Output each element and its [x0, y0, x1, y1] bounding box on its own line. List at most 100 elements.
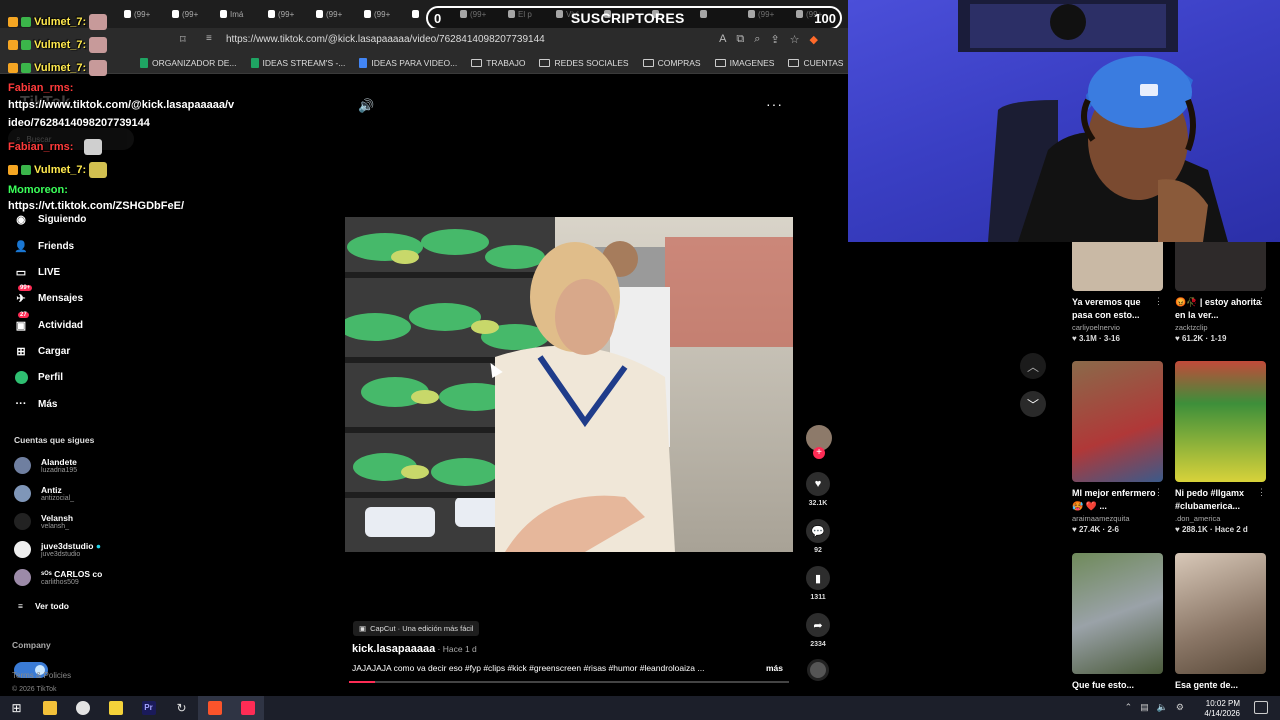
notification-icon[interactable]	[1254, 701, 1268, 714]
see-all-button[interactable]: ≡ Ver todo	[18, 601, 69, 611]
taskbar-app[interactable]	[99, 696, 132, 720]
nav-item-more[interactable]: ··· Más	[14, 397, 58, 411]
followed-account[interactable]: Alandete luzadria195	[14, 457, 77, 474]
emote-icon	[89, 37, 108, 53]
translate-icon[interactable]: A	[719, 33, 726, 46]
followed-account[interactable]: juve3dstudio ● juve3dstudio	[14, 541, 101, 558]
share-button[interactable]: ➦ 2334	[805, 613, 831, 648]
comment-button[interactable]: 💬 92	[805, 519, 831, 554]
taskbar-app[interactable]	[66, 696, 99, 720]
card-menu-icon[interactable]: ⋮	[1154, 296, 1163, 307]
video-player[interactable]	[345, 217, 793, 552]
bookmark-folder[interactable]: COMPRAS	[642, 58, 701, 68]
heart-icon: ♥	[1072, 525, 1077, 534]
next-video-button[interactable]: ﹀	[1020, 391, 1046, 417]
taskbar-app[interactable]	[231, 696, 264, 720]
open-external-icon[interactable]: ⧉	[736, 33, 744, 46]
bookmark-icon: ▮	[806, 566, 830, 590]
more-caption-button[interactable]: más	[766, 663, 783, 673]
chat-message: Vulmet_7:	[8, 60, 108, 76]
heart-icon: ♥	[1175, 525, 1180, 534]
url-field[interactable]: https://www.tiktok.com/@kick.lasapaaaaa/…	[226, 34, 545, 45]
video-author[interactable]: kick.lasapaaaaa · Hace 1 d	[352, 643, 477, 655]
follow-plus-icon[interactable]: +	[813, 447, 825, 459]
nav-item-friends[interactable]: 👤 Friends	[14, 239, 74, 253]
sticky-icon	[108, 701, 123, 715]
webcam-feed	[958, 0, 1228, 242]
emote-icon	[89, 162, 108, 178]
settings-icon[interactable]: ⚙	[1176, 702, 1184, 713]
webcam-overlay	[848, 0, 1280, 242]
brave-shield-icon[interactable]: ◆	[810, 33, 818, 46]
taskbar-app[interactable]	[198, 696, 231, 720]
bookmark-folder[interactable]: CUENTAS	[788, 58, 843, 68]
nav-item-upload[interactable]: ⊞ Cargar	[14, 344, 70, 358]
volume-icon[interactable]: 🔊	[358, 98, 374, 114]
more-options-icon[interactable]: ···	[766, 96, 783, 112]
browser-tab[interactable]: (99+	[264, 3, 312, 25]
chat-message: Fabian_rms:	[8, 139, 103, 155]
recommended-video-card[interactable]: Que fue esto...	[1072, 553, 1163, 705]
bookmark-item[interactable]: IDEAS PARA VIDEO...	[359, 57, 457, 68]
avatar	[14, 569, 31, 586]
network-icon[interactable]: ▤	[1140, 702, 1149, 713]
chevron-up-icon: ︿	[1026, 359, 1039, 374]
browser-tab[interactable]: (99+	[360, 3, 408, 25]
nav-item-profile[interactable]: Perfil	[14, 370, 63, 384]
taskbar-app[interactable]: ↻	[165, 696, 198, 720]
capcut-icon: ▣	[359, 624, 367, 633]
company-link[interactable]: Company	[12, 640, 51, 650]
browser-tab[interactable]: (99+	[312, 3, 360, 25]
heart-icon: ♥	[1175, 334, 1180, 343]
save-button[interactable]: ▮ 1311	[805, 566, 831, 601]
taskbar-clock[interactable]: 10:02 PM 4/14/2026	[1204, 699, 1240, 719]
star-icon[interactable]: ☆	[790, 33, 800, 46]
tiktok-icon	[268, 10, 275, 18]
followed-account[interactable]: ˢᴼˢ CARLOS co carlithos509	[14, 569, 102, 586]
nav-item-activity[interactable]: ▣ 27 Actividad	[14, 312, 83, 332]
chat-message: Vulmet_7:	[8, 162, 108, 178]
badge-icon	[21, 17, 31, 27]
live-icon: ▭	[15, 266, 27, 279]
avatar	[14, 541, 31, 558]
zoom-icon[interactable]: ⌕	[754, 33, 760, 46]
start-button[interactable]: ⊞	[0, 696, 33, 720]
taskbar-app[interactable]: Pr	[132, 696, 165, 720]
bookmark-folder[interactable]: IMAGENES	[714, 58, 774, 68]
recommended-video-card[interactable]: Ni pedo #llgamx #clubamerica... ⋮ .don_am…	[1175, 361, 1266, 534]
comment-icon: 💬	[806, 519, 830, 543]
chat-message: https://vt.tiktok.com/ZSHGDbFeE/	[8, 200, 185, 212]
video-frame	[345, 217, 793, 552]
nav-item-messages[interactable]: ✈ 99+ Mensajes	[14, 285, 83, 305]
chat-message: https://www.tiktok.com/@kick.lasapaaaaa/…	[8, 99, 235, 111]
badge-icon	[21, 165, 31, 175]
recommended-video-card[interactable]: MI mejor enfermero🥵 ❤️ ... ⋮ araimaamezqu…	[1072, 361, 1163, 534]
capcut-tag[interactable]: ▣ CapCut · Una edición más fácil	[353, 621, 480, 636]
bookmark-folder[interactable]: REDES SOCIALES	[539, 58, 629, 68]
video-progress-bar[interactable]	[349, 681, 789, 683]
followed-account[interactable]: Velansh velansh_	[14, 513, 73, 530]
chrome-icon	[75, 701, 90, 715]
subscriber-current: 0	[434, 10, 442, 26]
messages-icon: ✈ 99+	[16, 285, 33, 305]
previous-video-button[interactable]: ︿	[1020, 353, 1046, 379]
followed-account[interactable]: Antiz antizocial_	[14, 485, 74, 502]
like-button[interactable]: ♥ 32.1K	[805, 472, 831, 507]
video-thumbnail	[1072, 553, 1163, 674]
chevron-up-icon[interactable]: ⌃	[1125, 702, 1133, 713]
nav-item-live[interactable]: ▭ LIVE	[14, 265, 60, 279]
card-menu-icon[interactable]: ⋮	[1257, 487, 1266, 498]
bookmark-folder[interactable]: TRABAJO	[471, 58, 525, 68]
card-menu-icon[interactable]: ⋮	[1154, 487, 1163, 498]
share-icon[interactable]: ⇪	[770, 33, 779, 46]
recommended-video-card[interactable]: Esa gente de...	[1175, 553, 1266, 705]
copyright: © 2026 TikTok	[12, 686, 57, 693]
emote-icon	[89, 60, 108, 76]
card-menu-icon[interactable]: ⋮	[1257, 296, 1266, 307]
policies-link[interactable]: Terms & Policies	[12, 671, 71, 680]
volume-icon[interactable]: 🔈	[1157, 702, 1168, 713]
badge-icon	[21, 63, 31, 73]
brave-icon	[207, 701, 222, 715]
taskbar-app[interactable]	[33, 696, 66, 720]
music-disc-icon[interactable]	[807, 659, 829, 681]
